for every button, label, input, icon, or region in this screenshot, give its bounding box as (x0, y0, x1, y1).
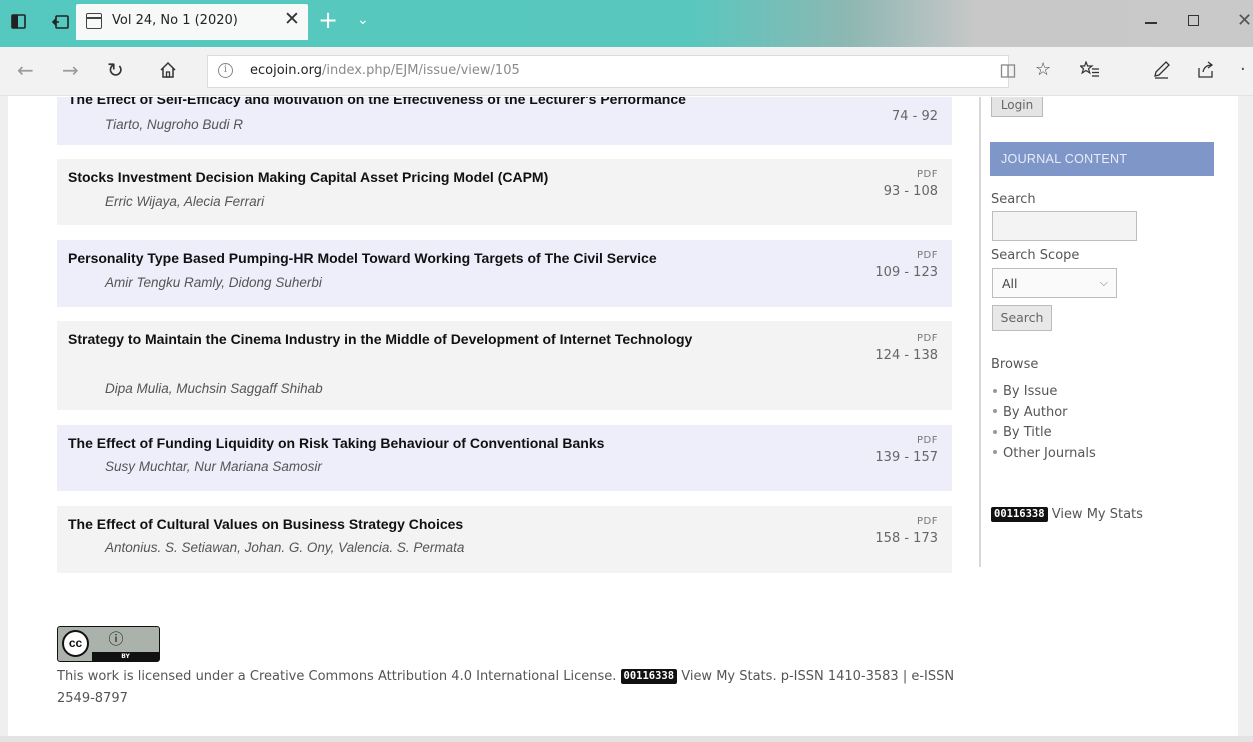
article-title-link[interactable]: Stocks Investment Decision Making Capita… (68, 167, 768, 188)
browse-by-author-link[interactable]: By Author (993, 403, 1096, 424)
journal-content-header: JOURNAL CONTENT (990, 142, 1214, 176)
view-stats-link[interactable]: View My Stats (681, 669, 772, 684)
search-scope-label: Search Scope (991, 248, 1080, 263)
sidebar-divider (979, 97, 981, 567)
pen-icon[interactable] (1152, 60, 1172, 80)
bullet-icon (993, 388, 997, 393)
more-icon[interactable]: · (1240, 59, 1246, 81)
article-row: The Effect of Self-Efficacy and Motivati… (57, 97, 952, 145)
article-pages: 93 - 108 (883, 184, 938, 199)
page-margin-left (0, 96, 8, 742)
cc-by-strip: BY (92, 652, 159, 661)
pdf-link[interactable]: PDF (917, 516, 938, 527)
page-margin-bottom (0, 736, 1253, 742)
set-aside-tabs-icon[interactable] (51, 12, 71, 32)
tab-title: Vol 24, No 1 (2020) (112, 13, 238, 28)
page-icon (86, 13, 102, 29)
article-authors: Susy Muchtar, Nur Mariana Samosir (105, 459, 322, 474)
browser-navbar: ← → ↻ i ecojoin.org/index.php/EJM/issue/… (0, 47, 1253, 96)
article-authors: Antonius. S. Setiawan, Johan. G. Ony, Va… (105, 540, 465, 555)
license-link[interactable]: Creative Commons Attribution 4.0 Interna… (250, 669, 612, 684)
sidebar-stats: 00116338 View My Stats (991, 507, 1143, 522)
footer-license-text: This work is licensed under a Creative C… (57, 666, 957, 710)
article-pages: 74 - 92 (891, 109, 938, 124)
window-minimize-icon[interactable] (1145, 22, 1157, 24)
url-text[interactable]: ecojoin.org/index.php/EJM/issue/view/105 (250, 63, 520, 78)
article-row: Stocks Investment Decision Making Capita… (57, 159, 952, 225)
browser-titlebar: Vol 24, No 1 (2020) ✕ + ⌄ ✕ (0, 0, 1253, 47)
visitor-counter-badge[interactable]: 00116338 (991, 507, 1048, 522)
article-row: Personality Type Based Pumping-HR Model … (57, 240, 952, 307)
browse-list: By Issue By Author By Title Other Journa… (993, 382, 1096, 464)
article-row: The Effect of Funding Liquidity on Risk … (57, 425, 952, 491)
url-domain: ecojoin.org (250, 63, 322, 78)
tab-close-icon[interactable]: ✕ (284, 9, 300, 29)
bullet-icon (993, 429, 997, 434)
cc-license-badge[interactable]: cc ⓘ BY (57, 626, 160, 662)
back-arrow-icon[interactable]: ← (17, 59, 34, 81)
browse-other-journals-link[interactable]: Other Journals (993, 444, 1096, 465)
home-icon[interactable] (159, 61, 177, 79)
pdf-link[interactable]: PDF (917, 435, 938, 446)
article-pages: 139 - 157 (875, 450, 938, 465)
article-pages: 158 - 173 (875, 531, 938, 546)
browse-item-label: By Title (1003, 425, 1052, 440)
article-title-link[interactable]: The Effect of Self-Efficacy and Motivati… (68, 97, 768, 110)
pdf-link[interactable]: PDF (917, 333, 938, 344)
new-tab-icon[interactable]: + (318, 8, 338, 32)
article-row: The Effect of Cultural Values on Busines… (57, 506, 952, 573)
license-suffix: . (612, 669, 621, 684)
favorites-hub-icon[interactable] (1080, 61, 1100, 79)
url-path: /index.php/EJM/issue/view/105 (321, 63, 520, 78)
article-authors: Tiarto, Nugroho Budi R (105, 117, 243, 132)
search-button[interactable]: Search (992, 305, 1052, 331)
bullet-icon (993, 409, 997, 413)
address-bar[interactable]: i ecojoin.org/index.php/EJM/issue/view/1… (207, 55, 1009, 88)
chevron-down-icon: ⌵ (1099, 276, 1108, 289)
forward-arrow-icon[interactable]: → (62, 59, 79, 81)
favorite-star-icon[interactable]: ☆ (1035, 59, 1051, 81)
browse-label: Browse (991, 357, 1039, 372)
login-button[interactable]: Login (991, 97, 1043, 117)
search-scope-select[interactable]: All ⌵ (992, 268, 1117, 298)
license-prefix: This work is licensed under a (57, 669, 250, 684)
browse-item-label: Other Journals (1003, 445, 1096, 461)
reading-view-icon[interactable] (1000, 63, 1016, 79)
window-close-icon[interactable]: ✕ (1237, 10, 1252, 31)
article-authors: Dipa Mulia, Muchsin Saggaff Shihab (105, 381, 323, 396)
article-pages: 124 - 138 (875, 348, 938, 363)
browse-by-issue-link[interactable]: By Issue (993, 382, 1096, 403)
browse-item-label: By Issue (1003, 384, 1058, 399)
search-input[interactable] (992, 211, 1137, 241)
article-title-link[interactable]: Strategy to Maintain the Cinema Industry… (68, 329, 708, 350)
browse-by-title-link[interactable]: By Title (993, 423, 1096, 444)
refresh-icon[interactable]: ↻ (107, 59, 124, 81)
view-stats-link[interactable]: View My Stats (1052, 507, 1143, 522)
article-pages: 109 - 123 (875, 265, 938, 280)
search-label: Search (991, 192, 1036, 207)
browse-item-label: By Author (1003, 404, 1068, 420)
window-maximize-icon[interactable] (1188, 15, 1199, 26)
browser-tab-active[interactable]: Vol 24, No 1 (2020) ✕ (76, 4, 308, 40)
info-icon[interactable]: i (218, 63, 233, 78)
article-authors: Amir Tengku Ramly, Didong Suherbi (105, 275, 322, 290)
page-margin-right (1238, 96, 1253, 742)
pdf-link[interactable]: PDF (917, 169, 938, 180)
article-title-link[interactable]: Personality Type Based Pumping-HR Model … (68, 248, 768, 269)
tab-actions-icon[interactable] (9, 12, 29, 32)
attribution-person-icon: ⓘ (108, 630, 124, 648)
pdf-link[interactable]: PDF (917, 250, 938, 261)
search-scope-value: All (1002, 276, 1018, 291)
article-authors: Erric Wijaya, Alecia Ferrari (105, 194, 265, 209)
article-row: Strategy to Maintain the Cinema Industry… (57, 321, 952, 410)
cc-icon: cc (62, 630, 89, 657)
article-title-link[interactable]: The Effect of Cultural Values on Busines… (68, 514, 768, 535)
visitor-counter-badge[interactable]: 00116338 (620, 669, 678, 684)
bullet-icon (993, 450, 997, 454)
article-title-link[interactable]: The Effect of Funding Liquidity on Risk … (68, 433, 768, 454)
tab-menu-chevron-icon[interactable]: ⌄ (357, 12, 369, 28)
share-icon[interactable] (1196, 60, 1216, 80)
